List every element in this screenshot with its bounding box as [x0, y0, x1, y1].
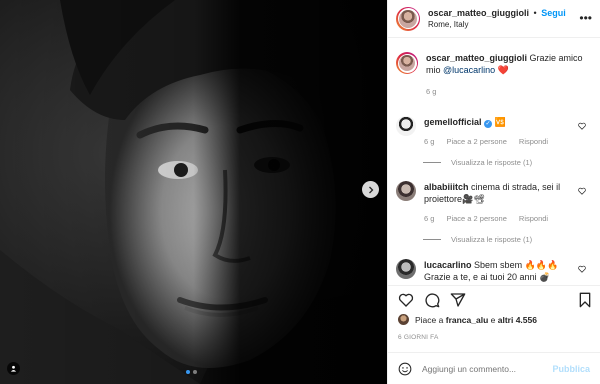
carousel-dot: [193, 370, 197, 374]
more-options-button[interactable]: •••: [579, 11, 592, 25]
post-actions: [388, 285, 600, 313]
caption: oscar_matteo_giuggioli Grazie amico mio …: [388, 52, 600, 98]
likes-middle: e: [490, 314, 496, 325]
comment-likes[interactable]: Piace a 2 persone: [446, 213, 506, 225]
caption-username[interactable]: oscar_matteo_giuggioli: [426, 53, 527, 63]
comment-time[interactable]: 6 g: [424, 136, 434, 148]
comment-item: gemellofficial ✓ 🆚 6 g Piace a 2 persone…: [388, 116, 600, 148]
header-separator: •: [533, 7, 537, 18]
likes-user[interactable]: franca_alu: [446, 315, 489, 325]
avatar[interactable]: [396, 259, 416, 279]
comment-time[interactable]: 6 g: [424, 213, 434, 225]
heart-icon[interactable]: [578, 265, 586, 273]
heart-icon[interactable]: [398, 292, 414, 308]
avatar[interactable]: [396, 116, 416, 136]
avatar[interactable]: [396, 52, 418, 74]
post-header: oscar_matteo_giuggioli • Segui Rome, Ita…: [388, 0, 600, 38]
view-replies-label: Visualizza le risposte (1): [451, 235, 533, 244]
verified-icon: ✓: [484, 120, 493, 128]
comment-item: albabiiitch cinema di strada, sei il pro…: [388, 181, 600, 225]
divider: [423, 239, 441, 240]
comment-username[interactable]: gemellofficial: [424, 117, 482, 127]
likes-summary[interactable]: Piace a franca_alu e altri 4.556: [398, 314, 590, 325]
likes-others[interactable]: altri 4.556: [498, 315, 537, 325]
avatar[interactable]: [396, 181, 416, 201]
comment-input[interactable]: [422, 363, 553, 374]
post-photo[interactable]: [0, 0, 387, 384]
bookmark-icon[interactable]: [578, 292, 592, 308]
comments-list[interactable]: oscar_matteo_giuggioli Grazie amico mio …: [388, 38, 600, 285]
comment-likes[interactable]: Piace a 2 persone: [446, 136, 506, 148]
caption-emoji: ❤️: [497, 65, 509, 75]
next-photo-button[interactable]: [362, 181, 379, 198]
comment-item: lucacarlino Sbem sbem 🔥🔥🔥 Grazie a te, e…: [388, 259, 600, 283]
emoji-icon[interactable]: [398, 362, 412, 376]
post-date[interactable]: 6 GIORNI FA: [398, 334, 439, 341]
share-icon[interactable]: [450, 292, 466, 308]
comment-username[interactable]: lucacarlino: [424, 260, 472, 270]
publish-button[interactable]: Pubblica: [552, 364, 590, 374]
user-tag-button[interactable]: [7, 362, 20, 375]
likes-prefix: Piace a: [415, 314, 444, 325]
comment-icon[interactable]: [424, 292, 440, 308]
chevron-right-icon: [368, 186, 373, 193]
post-modal: oscar_matteo_giuggioli • Segui Rome, Ita…: [0, 0, 600, 384]
view-replies-label: Visualizza le risposte (1): [451, 158, 533, 167]
location-link[interactable]: Rome, Italy: [428, 19, 566, 31]
reply-button[interactable]: Rispondi: [519, 136, 548, 148]
caption-mention[interactable]: @lucacarlino: [443, 65, 495, 75]
caption-time[interactable]: 6 g: [426, 86, 436, 98]
heart-icon[interactable]: [578, 187, 586, 195]
portrait-image: [0, 0, 387, 384]
comment-username[interactable]: albabiiitch: [424, 182, 469, 192]
divider: [423, 162, 441, 163]
comment-text: 🆚: [494, 117, 506, 127]
heart-icon[interactable]: [578, 122, 586, 130]
view-replies-button[interactable]: Visualizza le risposte (1): [423, 158, 532, 167]
carousel-dots: [186, 370, 197, 374]
avatar[interactable]: [396, 6, 420, 31]
header-username[interactable]: oscar_matteo_giuggioli: [428, 8, 529, 18]
view-replies-button[interactable]: Visualizza le risposte (1): [423, 235, 532, 244]
post-sidebar: oscar_matteo_giuggioli • Segui Rome, Ita…: [387, 0, 600, 384]
reply-button[interactable]: Rispondi: [519, 213, 548, 225]
carousel-dot: [186, 370, 190, 374]
more-icon: •••: [579, 11, 592, 25]
avatar: [398, 314, 409, 325]
follow-button[interactable]: Segui: [541, 8, 566, 18]
user-tag-icon: [10, 365, 17, 372]
add-comment-bar: Pubblica: [388, 352, 600, 384]
